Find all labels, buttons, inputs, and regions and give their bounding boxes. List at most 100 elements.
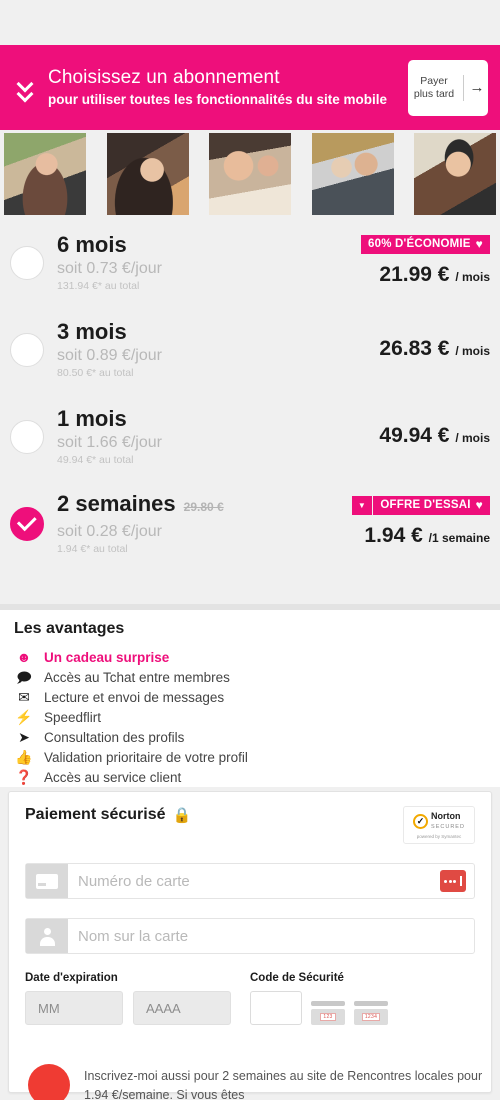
cvv-inputs: 123 1234	[250, 991, 475, 1025]
plan-price-value: 21.99 €	[379, 262, 450, 286]
norton-name: Norton	[431, 811, 461, 821]
photo-image	[414, 133, 496, 215]
advantage-label: Un cadeau surprise	[44, 649, 170, 665]
plan-per-day: soit 1.66 €/jour	[57, 434, 162, 451]
plan-price-period: / mois	[455, 430, 490, 445]
paper-plane-icon: ➤	[18, 729, 30, 745]
plan-title-line: 2 semaines 29.80 €	[57, 490, 224, 521]
card-name-input[interactable]	[68, 919, 474, 953]
plan-radio[interactable]	[10, 245, 44, 280]
cvv-group: Code de Sécurité 123 1234	[250, 972, 475, 1025]
plan-total: 80.50 €* au total	[57, 367, 134, 379]
cvv-label: Code de Sécurité	[250, 972, 344, 984]
credit-card-icon	[26, 864, 68, 898]
trial-badge-label: OFFRE D'ESSAI	[380, 498, 471, 511]
subscription-banner: Choisissez un abonnement pour utiliser t…	[0, 45, 500, 130]
plan-per-day: soit 0.28 €/jour	[57, 523, 162, 540]
plan-row-3-mois[interactable]: 3 mois soit 0.89 €/jour 80.50 €* au tota…	[0, 306, 500, 393]
advantages-title: Les avantages	[14, 620, 125, 637]
plan-price-value: 26.83 €	[379, 336, 450, 360]
profile-photo-5[interactable]	[414, 133, 496, 215]
plan-original-price: 29.80 €	[183, 500, 224, 514]
plan-title-line: 1 mois	[57, 405, 162, 432]
caret-down-icon: ▼	[351, 495, 372, 515]
profile-photo-4[interactable]	[311, 133, 394, 215]
plan-price-period: /1 semaine	[428, 530, 490, 545]
expiry-cvv-row: Date d'expiration MM AAAA Code de Sécuri…	[25, 972, 475, 1025]
profile-photo-1[interactable]	[4, 133, 86, 215]
plan-radio[interactable]	[10, 332, 44, 367]
plan-row-6-mois[interactable]: 6 mois soit 0.73 €/jour 131.94 €* au tot…	[0, 219, 500, 306]
norton-powered: powered by Symantec	[416, 834, 462, 839]
plan-right: 49.94 € / mois	[379, 393, 490, 480]
cvv-hint-amex-icon: 123	[311, 1001, 345, 1025]
pay-later-button[interactable]: Payer plus tard →	[408, 59, 488, 116]
plan-title: 3 mois	[57, 319, 127, 344]
plan-title-line: 6 mois	[57, 231, 162, 258]
plan-row-1-mois[interactable]: 1 mois soit 1.66 €/jour 49.94 €* au tota…	[0, 393, 500, 480]
plan-per-day: soit 0.89 €/jour	[57, 347, 162, 364]
plan-row-2-semaines[interactable]: 2 semaines 29.80 € soit 0.28 €/jour 1.94…	[0, 480, 500, 567]
expiry-month-input[interactable]: MM	[25, 991, 123, 1025]
norton-words: Norton SECURED	[431, 811, 465, 831]
plan-radio[interactable]	[10, 419, 44, 454]
payment-title: Paiement sécurisé 🔒	[25, 806, 191, 824]
plan-info: 3 mois soit 0.89 €/jour 80.50 €* au tota…	[57, 318, 162, 381]
chevron-down-icon-group	[4, 78, 46, 97]
plan-info: 1 mois soit 1.66 €/jour 49.94 €* au tota…	[57, 405, 162, 468]
plan-per-day: soit 0.73 €/jour	[57, 260, 162, 277]
norton-badge-top: ✓ Norton SECURED	[413, 811, 465, 831]
expiry-label: Date d'expiration	[25, 972, 118, 984]
plan-price: 1.94 € /1 semaine	[364, 522, 490, 552]
plan-radio-selected[interactable]	[10, 506, 44, 541]
arrow-right-icon: →	[469, 79, 485, 96]
chat-bubble-icon: 🗩	[16, 669, 32, 685]
advantage-item: 👍 Validation prioritaire de votre profil	[14, 747, 486, 767]
heart-icon: ♥	[475, 236, 483, 251]
lightning-bolt-icon: ⚡	[15, 709, 33, 725]
advantage-item: ❓ Accès au service client	[14, 767, 486, 787]
cvv-input[interactable]	[250, 991, 302, 1025]
chevron-down-icon	[18, 88, 33, 97]
advantage-item: ☻ Un cadeau surprise	[14, 647, 486, 667]
expiry-year-input[interactable]: AAAA	[133, 991, 231, 1025]
photo-image	[106, 133, 189, 215]
plan-total: 49.94 €* au total	[57, 454, 134, 466]
card-number-input[interactable]	[68, 864, 440, 898]
photo-image	[4, 133, 86, 215]
plan-list: 6 mois soit 0.73 €/jour 131.94 €* au tot…	[0, 219, 500, 567]
plan-price-value: 1.94 €	[364, 523, 423, 547]
advantage-item: ✉ Lecture et envoi de messages	[14, 687, 486, 707]
plan-badge-row: ▼ OFFRE D'ESSAI ♥	[351, 495, 490, 516]
plan-price: 49.94 € / mois	[379, 422, 490, 452]
plan-title: 1 mois	[57, 406, 127, 431]
card-number-field[interactable]	[25, 863, 475, 899]
plan-title: 6 mois	[57, 232, 127, 257]
profile-photo-3[interactable]	[209, 133, 291, 215]
expiry-group: Date d'expiration MM AAAA	[25, 972, 250, 1025]
advantage-label: Consultation des profils	[44, 729, 185, 745]
advantage-label: Accès au Tchat entre membres	[44, 669, 230, 685]
plan-total: 1.94 €* au total	[57, 543, 128, 555]
norton-secured-badge: ✓ Norton SECURED powered by Symantec	[403, 806, 475, 844]
profile-photo-2[interactable]	[106, 133, 189, 215]
plan-right: 26.83 € / mois	[379, 306, 490, 393]
payment-title-label: Paiement sécurisé	[25, 806, 166, 823]
user-icon	[26, 919, 68, 953]
plan-info: 6 mois soit 0.73 €/jour 131.94 €* au tot…	[57, 231, 162, 294]
plan-info: 2 semaines 29.80 € soit 0.28 €/jour 1.94…	[57, 490, 224, 557]
plan-price: 26.83 € / mois	[379, 335, 490, 365]
question-mark-icon: ❓	[15, 769, 33, 785]
profile-photo-strip	[0, 133, 500, 215]
advantage-item: ➤ Consultation des profils	[14, 727, 486, 747]
card-name-field[interactable]	[25, 918, 475, 954]
banner-text: Choisissez un abonnement pour utiliser t…	[46, 66, 408, 110]
subscription-page: Choisissez un abonnement pour utiliser t…	[0, 0, 500, 1100]
heart-icon: ♥	[475, 497, 483, 512]
card-scan-button[interactable]	[440, 870, 466, 892]
discount-badge: 60% D'ÉCONOMIE ♥	[361, 234, 490, 254]
consent-row: Inscrivez-moi aussi pour 2 semaines au s…	[8, 1064, 492, 1100]
plan-title: 2 semaines	[57, 491, 176, 516]
plan-right: ▼ OFFRE D'ESSAI ♥ 1.94 € /1 semaine	[351, 480, 490, 567]
consent-checkbox[interactable]	[28, 1064, 70, 1100]
